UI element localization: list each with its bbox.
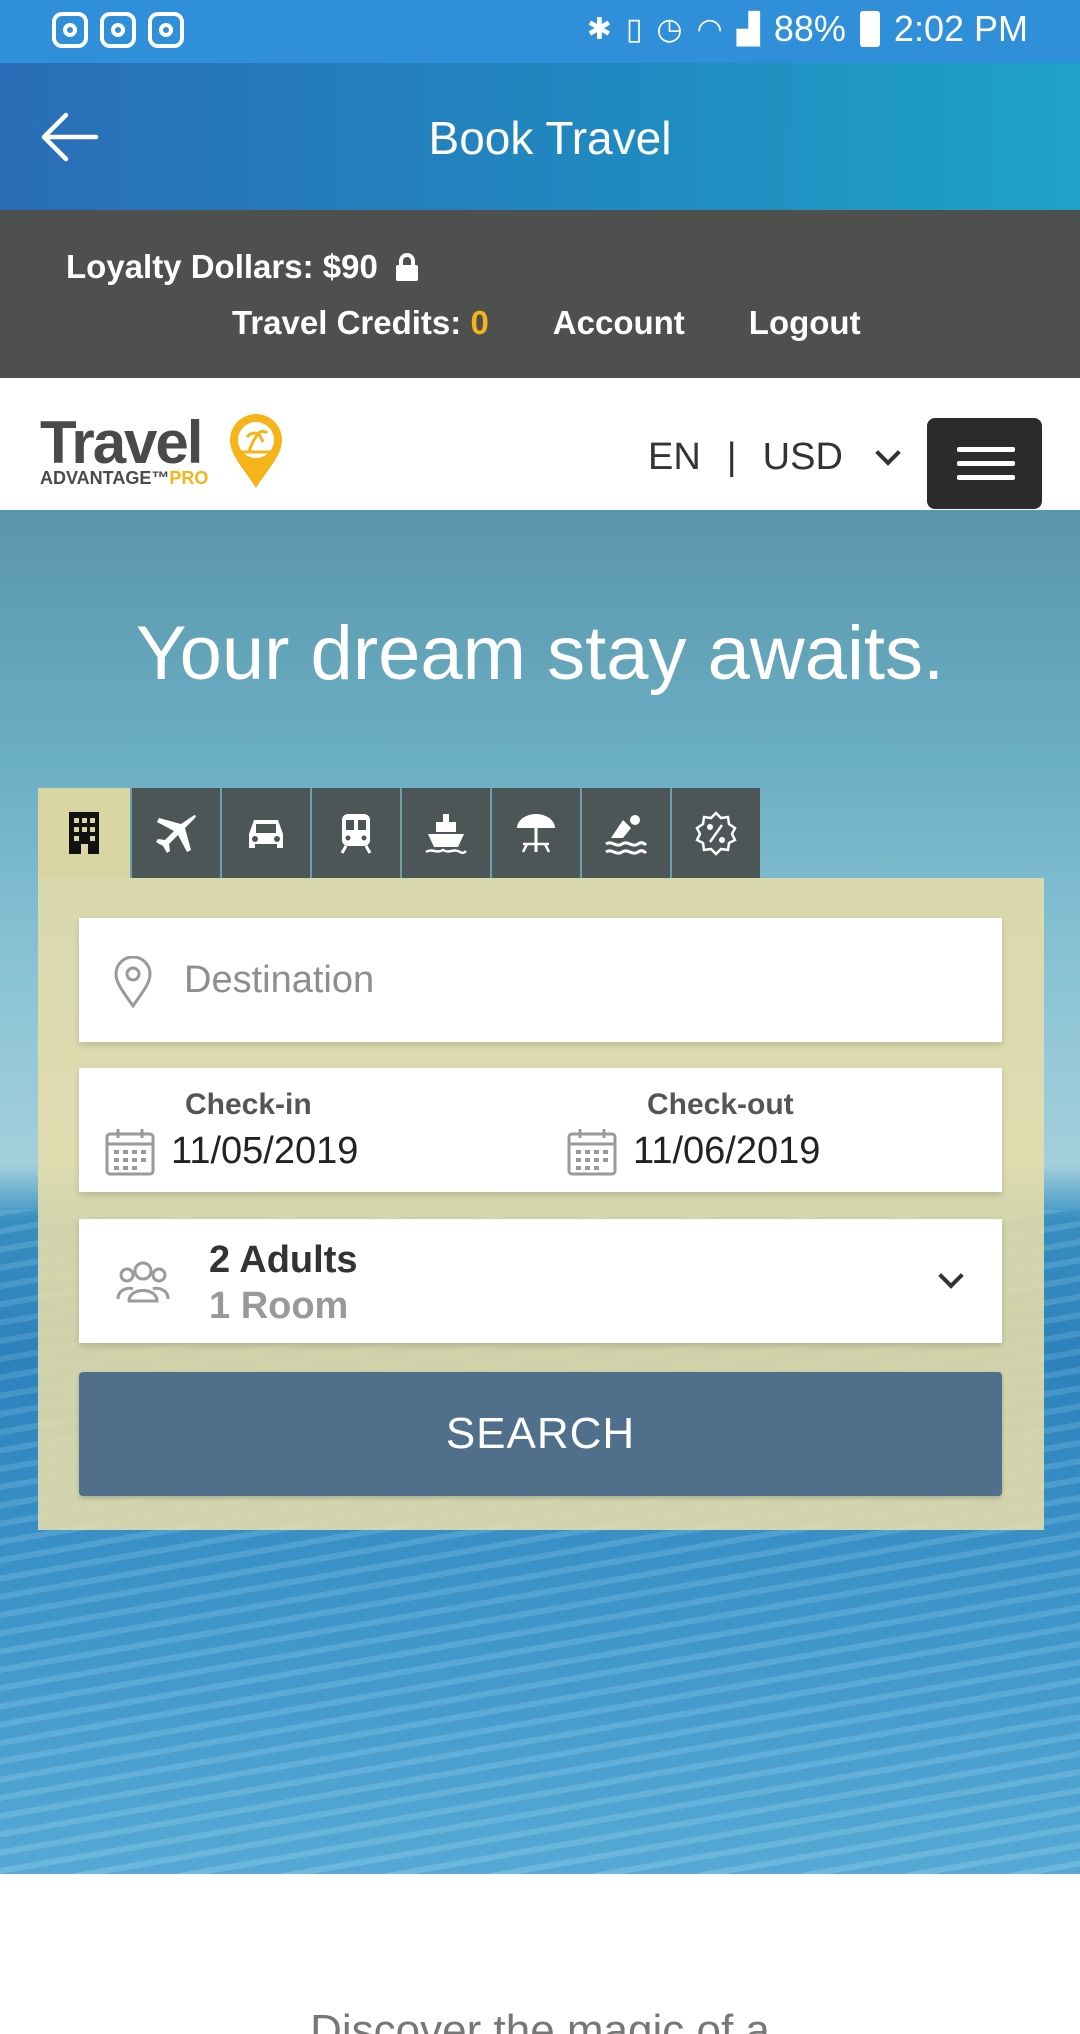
destination-input[interactable] <box>184 948 964 1012</box>
brand-bar: Travel ADVANTAGE™PRO EN | USD <box>0 378 1080 510</box>
logo-pin-icon <box>230 414 282 488</box>
bluetooth-icon: ✱ <box>586 12 612 46</box>
travel-type-tabs <box>38 788 760 878</box>
discover-heading: Discover the magic of a <box>310 2006 770 2034</box>
system-status: ✱ ▯ ◷ ◠ ▟ 88% 2:02 PM <box>587 8 1028 50</box>
tab-vacations[interactable] <box>490 788 580 878</box>
travel-advantage-logo[interactable]: Travel ADVANTAGE™PRO <box>40 409 290 490</box>
vibrate-icon: ▯ <box>625 12 643 46</box>
status-bar: ✱ ▯ ◷ ◠ ▟ 88% 2:02 PM <box>0 0 1080 63</box>
travel-credits-value: 0 <box>470 304 489 341</box>
logout-link[interactable]: Logout <box>749 304 861 342</box>
account-bar: Loyalty Dollars: $90 Travel Credits: 0 A… <box>0 210 1080 378</box>
hero-title: Your dream stay awaits. <box>135 611 945 696</box>
tab-hotels[interactable] <box>38 788 130 878</box>
language-label[interactable]: EN <box>648 436 701 479</box>
hamburger-menu-button[interactable] <box>927 418 1042 509</box>
account-links: Travel Credits: 0 Account Logout <box>232 304 861 342</box>
travel-credits: Travel Credits: 0 <box>232 304 489 342</box>
currency-label[interactable]: USD <box>763 436 843 479</box>
page-title: Book Travel <box>428 112 672 164</box>
car-icon <box>249 820 283 848</box>
logo-subtitle: ADVANTAGE™PRO <box>40 468 208 489</box>
tab-activities[interactable] <box>580 788 670 878</box>
wifi-icon: ◠ <box>696 12 723 46</box>
adults-count: 2 Adults <box>209 1239 358 1281</box>
location-pin-icon <box>114 956 152 1008</box>
checkin-value: 11/05/2019 <box>171 1130 359 1172</box>
search-panel: Check-in 11/05/2019 Check-out 11/06/2019… <box>38 878 1044 1530</box>
people-icon <box>116 1261 170 1303</box>
separator: | <box>726 436 737 478</box>
logo-subtitle-text: ADVANTAGE <box>40 468 152 488</box>
checkout-value: 11/06/2019 <box>633 1130 821 1172</box>
alarm-icon: ◷ <box>656 12 683 46</box>
instagram-icon <box>100 12 136 48</box>
guests-rooms-selector[interactable]: 2 Adults 1 Room <box>79 1219 1002 1343</box>
menu-line <box>957 447 1015 452</box>
instagram-icon <box>148 12 184 48</box>
discount-badge-icon <box>695 811 737 856</box>
rooms-count: 1 Room <box>209 1285 349 1327</box>
hotel-icon <box>69 812 99 854</box>
swimming-icon <box>605 815 648 855</box>
cruise-ship-icon <box>425 814 467 855</box>
logo-tm: ™ <box>151 468 170 488</box>
menu-line <box>957 475 1015 480</box>
tab-deals[interactable] <box>670 788 760 878</box>
search-button[interactable]: SEARCH <box>79 1372 1002 1496</box>
loyalty-dollars-label: Loyalty Dollars: $90 <box>66 248 378 285</box>
chevron-down-icon[interactable] <box>875 439 901 466</box>
checkout-date[interactable]: Check-out 11/06/2019 <box>541 1068 1001 1192</box>
logo-pro: PRO <box>169 468 209 488</box>
account-link[interactable]: Account <box>553 304 685 342</box>
app-header: Book Travel <box>0 63 1080 210</box>
checkout-label: Check-out <box>647 1088 794 1121</box>
hero-section: Your dream stay awaits. Destination Chec… <box>0 510 1080 1874</box>
clock: 2:02 PM <box>893 8 1028 49</box>
lock-icon <box>395 253 418 281</box>
destination-field[interactable] <box>79 918 1002 1042</box>
tab-cars[interactable] <box>220 788 310 878</box>
battery-percent: 88% <box>773 8 846 49</box>
dates-field: Check-in 11/05/2019 Check-out 11/06/2019 <box>79 1068 1002 1192</box>
travel-credits-label: Travel Credits: <box>232 304 471 341</box>
signal-icon: ▟ <box>736 12 760 46</box>
calendar-icon <box>567 1129 617 1176</box>
train-icon <box>340 814 372 854</box>
tab-trains[interactable] <box>310 788 400 878</box>
tab-flights[interactable] <box>130 788 220 878</box>
instagram-icon <box>52 12 88 48</box>
tab-cruises[interactable] <box>400 788 490 878</box>
calendar-icon <box>105 1129 155 1176</box>
loyalty-dollars: Loyalty Dollars: $90 <box>66 248 418 286</box>
notification-icons <box>52 12 184 48</box>
checkin-label: Check-in <box>185 1088 312 1121</box>
beach-umbrella-icon <box>517 814 555 853</box>
chevron-down-icon[interactable] <box>938 1263 964 1289</box>
checkin-date[interactable]: Check-in 11/05/2019 <box>79 1068 539 1192</box>
logo-wordmark: Travel <box>40 409 203 476</box>
language-currency-selector[interactable]: EN | USD <box>648 436 901 479</box>
menu-line <box>957 461 1015 466</box>
airplane-icon <box>156 815 196 853</box>
battery-icon <box>859 11 880 47</box>
